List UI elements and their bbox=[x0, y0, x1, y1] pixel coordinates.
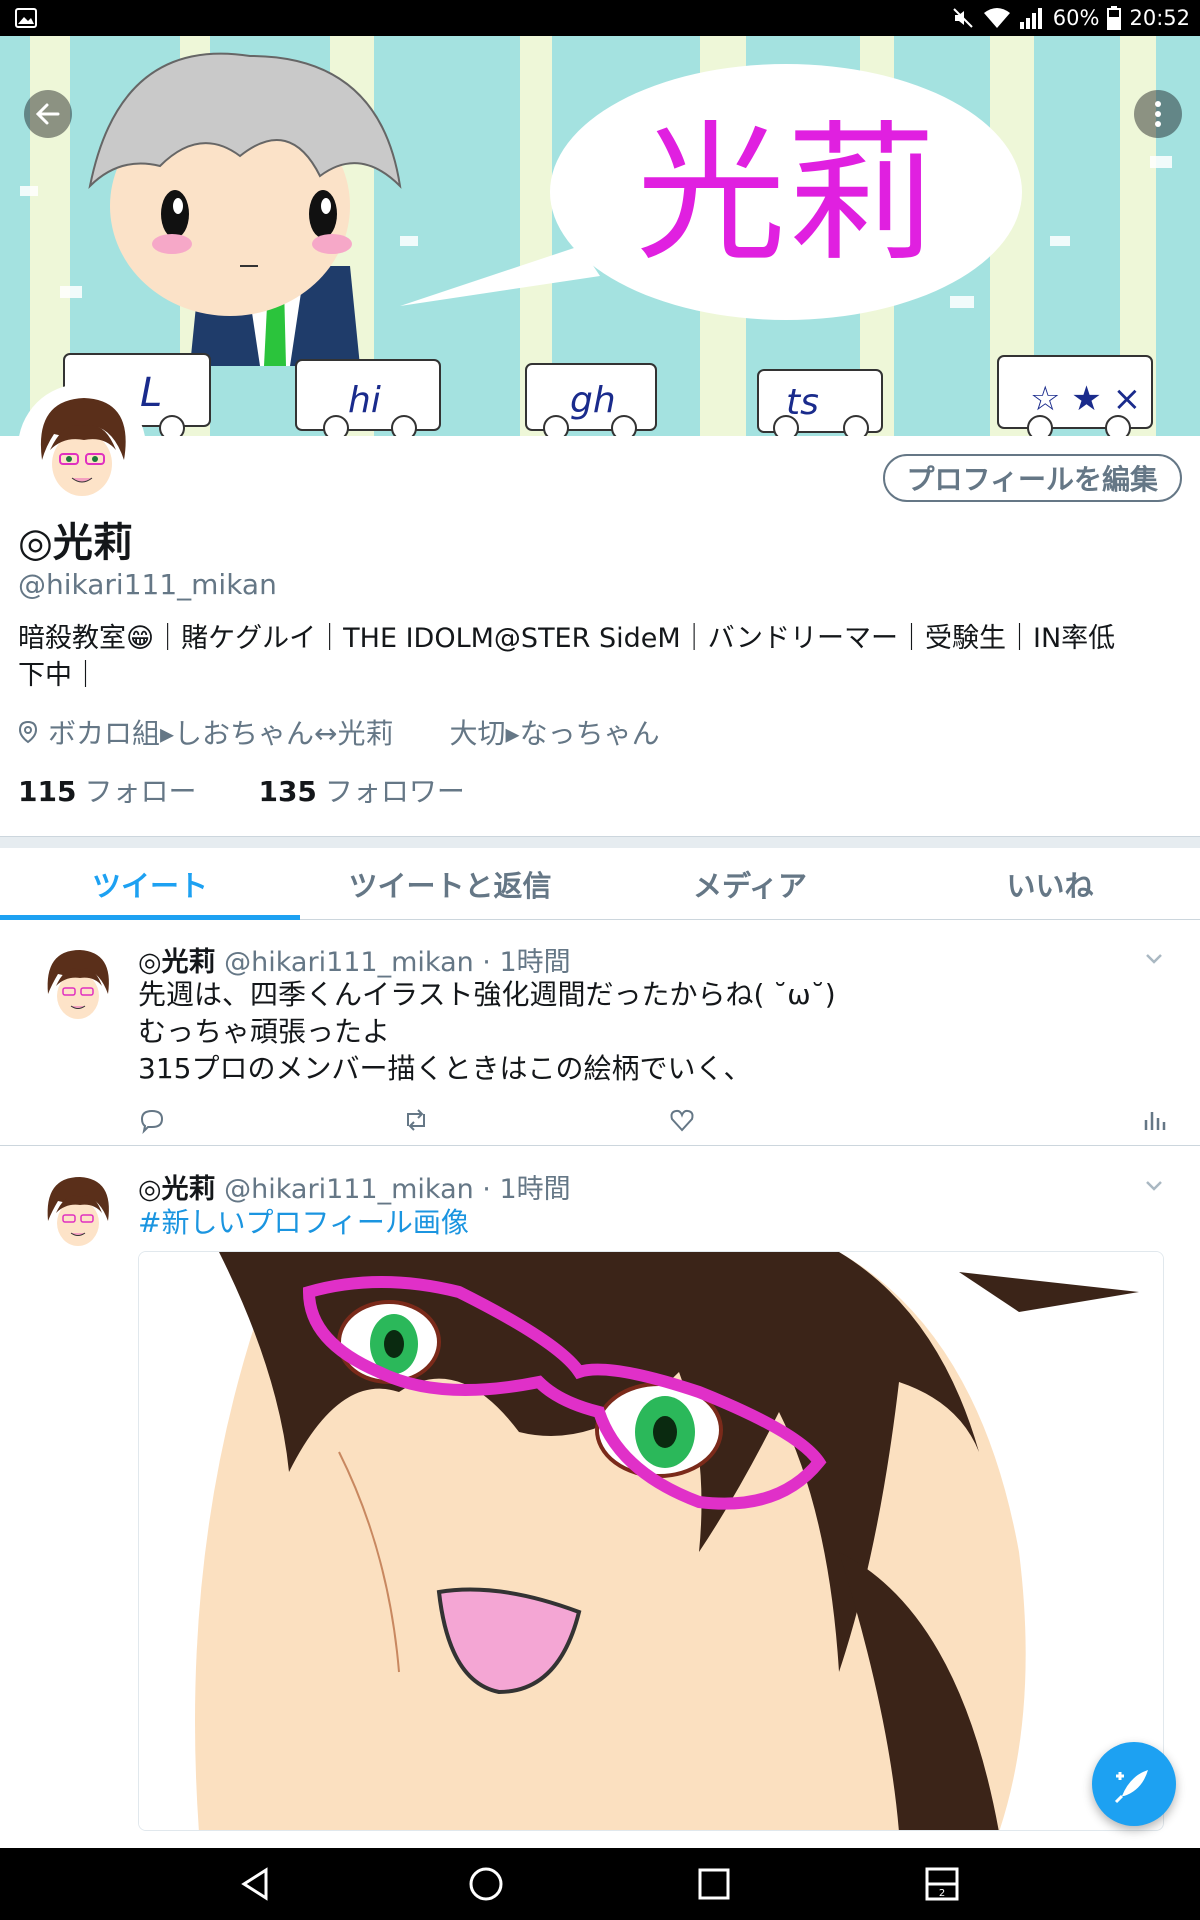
nav-split-screen-icon[interactable]: 2 bbox=[924, 1866, 960, 1902]
followers-link[interactable]: 135 フォロワー bbox=[258, 770, 464, 810]
status-icons: 60% 20:52 bbox=[951, 0, 1190, 36]
tab-likes[interactable]: いいね bbox=[900, 848, 1200, 919]
tweet-avatar[interactable] bbox=[38, 944, 118, 1024]
profile-handle: @hikari111_mikan bbox=[18, 568, 277, 601]
tweet-avatar-image bbox=[38, 944, 118, 1024]
more-vertical-icon bbox=[1155, 101, 1161, 127]
profile-tabs: ツイート ツイートと返信 メディア いいね bbox=[0, 848, 1200, 920]
tab-tweets[interactable]: ツイート bbox=[0, 848, 300, 920]
tab-media[interactable]: メディア bbox=[600, 848, 900, 919]
following-link[interactable]: 115 フォロー bbox=[18, 770, 196, 810]
image-notification-icon bbox=[15, 8, 37, 28]
bio-line-1: 暗殺教室😁｜賭ケグルイ｜THE IDOLM@STER SideM｜バンドリーマー… bbox=[18, 623, 1116, 654]
reply-icon[interactable] bbox=[138, 1106, 166, 1134]
tweet-actions bbox=[138, 1106, 1168, 1136]
location-pin-icon bbox=[18, 720, 38, 744]
tweet-hashtag-link[interactable]: #新しいプロフィール画像 bbox=[138, 1201, 469, 1241]
avatar-image bbox=[24, 390, 140, 506]
following-label: フォロー bbox=[84, 775, 197, 808]
chevron-down-icon[interactable] bbox=[1142, 1173, 1166, 1197]
battery-icon bbox=[1107, 6, 1122, 30]
chevron-down-icon[interactable] bbox=[1142, 946, 1166, 970]
tweet-media-image[interactable] bbox=[138, 1251, 1164, 1831]
retweet-icon[interactable] bbox=[402, 1106, 430, 1134]
edit-profile-button[interactable]: プロフィールを編集 bbox=[882, 454, 1182, 502]
followers-count: 135 bbox=[258, 775, 317, 808]
back-button[interactable] bbox=[24, 90, 72, 138]
svg-text:L: L bbox=[140, 370, 162, 416]
compose-tweet-button[interactable] bbox=[1092, 1742, 1176, 1826]
tweet-handle-time: @hikari111_mikan · 1時間 bbox=[215, 947, 571, 978]
like-icon[interactable] bbox=[668, 1106, 696, 1134]
following-count: 115 bbox=[18, 775, 77, 808]
profile-bio: 暗殺教室😁｜賭ケグルイ｜THE IDOLM@STER SideM｜バンドリーマー… bbox=[18, 620, 1188, 694]
tweet-author-name[interactable]: ◎光莉 bbox=[138, 947, 216, 978]
profile-location: ボカロ組▸しおちゃん↔光莉 bbox=[48, 717, 394, 750]
tweet-text: 先週は、四季くんイラスト強化週間だったからね( ˘ω˘) むっちゃ頑張ったよ 3… bbox=[138, 976, 1168, 1087]
banner-sign-2: gh bbox=[570, 380, 616, 421]
profile-meta: ボカロ組▸しおちゃん↔光莉 大切▸なっちゃん bbox=[18, 712, 660, 752]
follow-stats: 115 フォロー 135 フォロワー bbox=[18, 770, 465, 810]
tweet-header: ◎光莉 @hikari111_mikan · 1時間 bbox=[138, 940, 571, 979]
profile-banner[interactable]: 光莉 L hi gh ts ☆ ★ × bbox=[0, 36, 1200, 436]
banner-sign-3: ts bbox=[786, 382, 819, 423]
tab-tweets-and-replies[interactable]: ツイートと返信 bbox=[300, 848, 600, 919]
profile-website[interactable]: 大切▸なっちゃん bbox=[450, 712, 660, 752]
nav-recents-icon[interactable] bbox=[696, 1866, 732, 1902]
banner-sign-1: hi bbox=[348, 380, 381, 421]
analytics-icon[interactable] bbox=[1140, 1106, 1168, 1134]
nav-home-icon[interactable] bbox=[468, 1866, 504, 1902]
tweet-line: 先週は、四季くんイラスト強化週間だったからね( ˘ω˘) bbox=[138, 978, 836, 1011]
tweet-avatar-image bbox=[38, 1171, 118, 1251]
signal-icon bbox=[1019, 8, 1042, 29]
mute-icon bbox=[953, 8, 973, 28]
system-nav-bar: 2 bbox=[0, 1848, 1200, 1920]
profile-name: ◎光莉 bbox=[18, 520, 133, 566]
tweet-line: 315プロのメンバー描くときはこの絵柄でいく、 bbox=[138, 1052, 752, 1085]
profile-illustration bbox=[139, 1252, 1163, 1830]
status-bar: 60% 20:52 bbox=[0, 0, 1200, 36]
nav-back-icon[interactable] bbox=[238, 1866, 274, 1902]
followers-label: フォロワー bbox=[324, 775, 465, 808]
section-divider bbox=[0, 836, 1200, 848]
clock: 20:52 bbox=[1129, 6, 1190, 30]
arrow-left-icon bbox=[35, 103, 60, 125]
banner-illustration: 光莉 L hi gh ts ☆ ★ × bbox=[0, 36, 1200, 436]
profile-avatar[interactable] bbox=[18, 384, 146, 512]
tweet[interactable]: ◎光莉 @hikari111_mikan · 1時間 #新しいプロフィール画像 bbox=[0, 1147, 1200, 1847]
compose-feather-icon bbox=[1114, 1770, 1148, 1804]
bio-line-2: 下中｜ bbox=[18, 660, 99, 691]
tweet-avatar[interactable] bbox=[38, 1171, 118, 1251]
more-options-button[interactable] bbox=[1134, 90, 1182, 138]
wifi-icon bbox=[983, 8, 1010, 28]
tweet-line: むっちゃ頑張ったよ bbox=[138, 1015, 391, 1048]
svg-text:2: 2 bbox=[939, 1888, 945, 1899]
svg-text:☆ ★ ×: ☆ ★ × bbox=[1030, 379, 1141, 419]
battery-percent: 60% bbox=[1052, 6, 1100, 30]
tweet[interactable]: ◎光莉 @hikari111_mikan · 1時間 先週は、四季くんイラスト強… bbox=[0, 920, 1200, 1146]
banner-title: 光莉 bbox=[636, 108, 936, 282]
